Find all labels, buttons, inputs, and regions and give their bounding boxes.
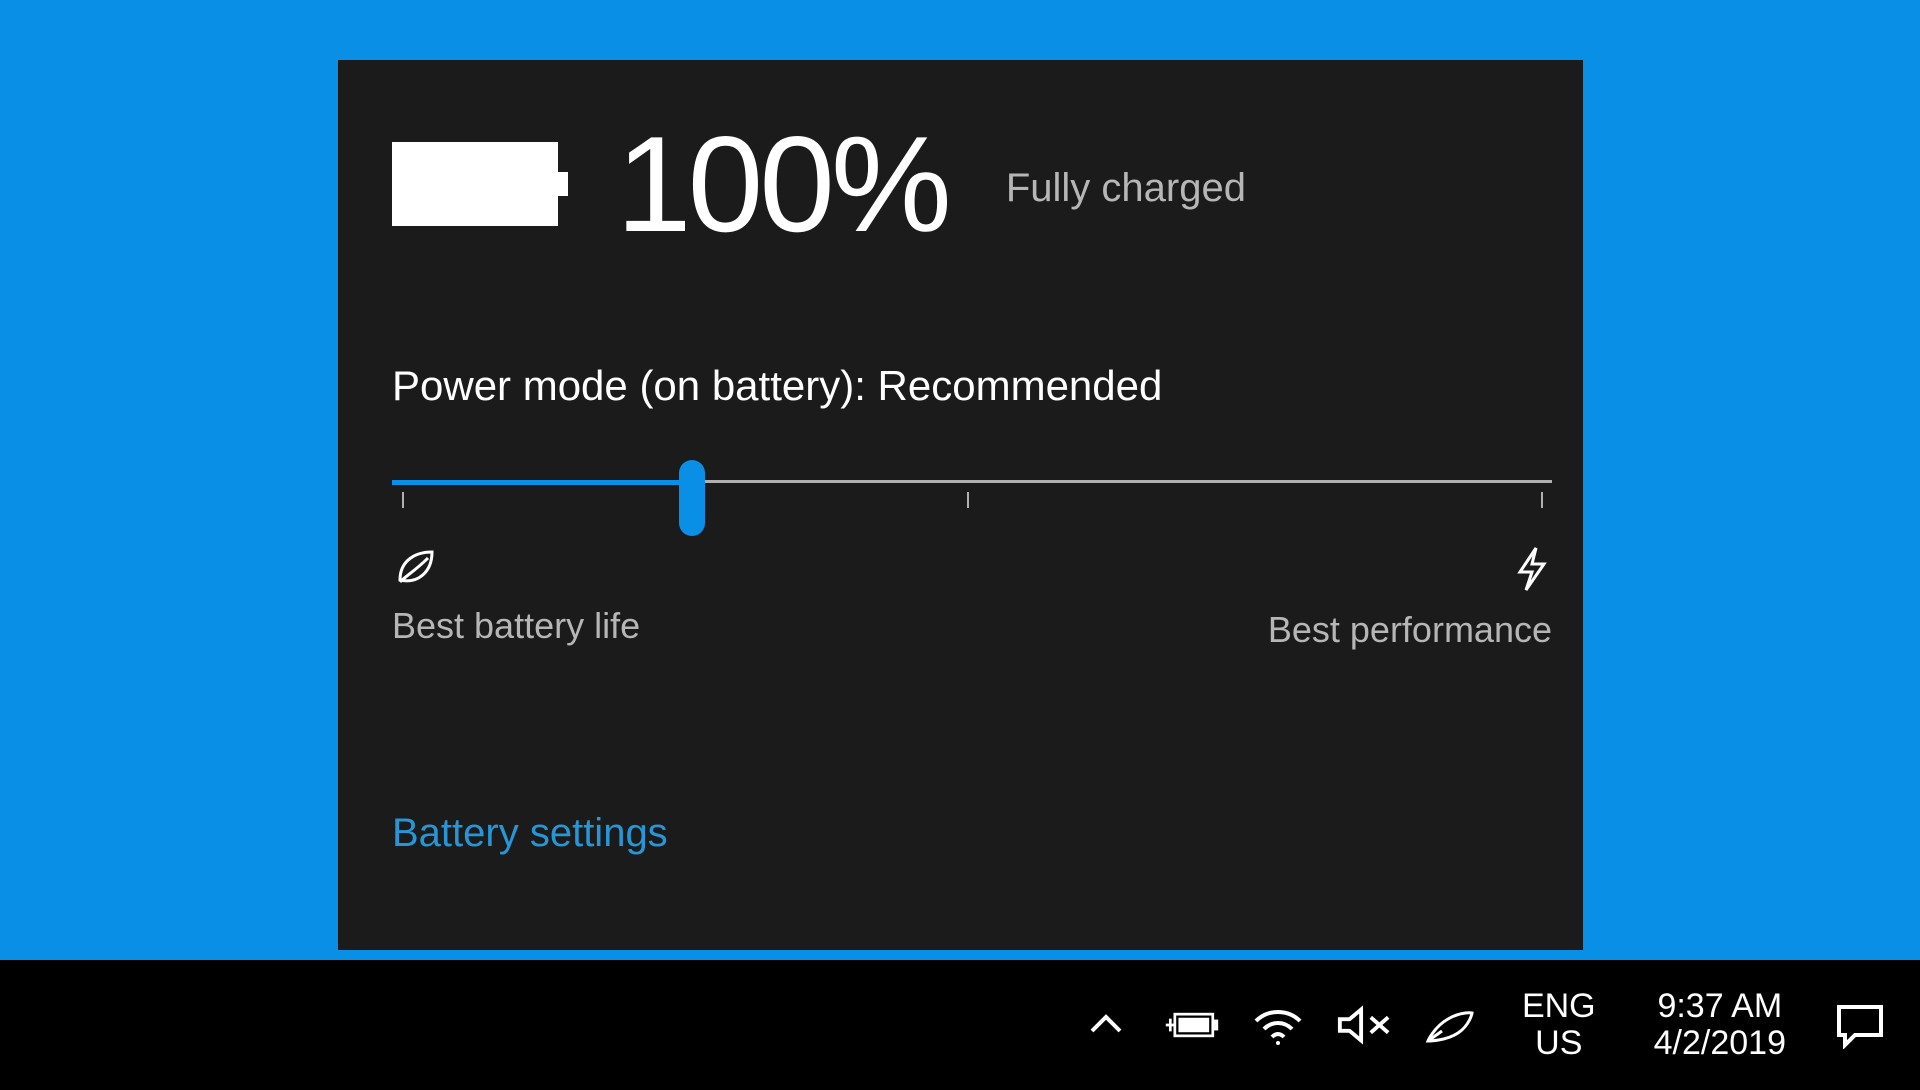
- slider-end-labels: Best battery life Best performance: [392, 546, 1552, 651]
- language-indicator[interactable]: ENG US: [1508, 988, 1610, 1063]
- action-center-icon[interactable]: [1830, 1001, 1890, 1049]
- desktop: 100% Fully charged Power mode (on batter…: [0, 0, 1920, 1090]
- slider-thumb[interactable]: [679, 460, 705, 536]
- clock[interactable]: 9:37 AM 4/2/2019: [1640, 988, 1800, 1063]
- language-bottom: US: [1535, 1025, 1582, 1062]
- battery-icon: [392, 142, 558, 226]
- slider-right-label: Best performance: [1268, 609, 1552, 651]
- tray-overflow-button[interactable]: [1078, 997, 1134, 1053]
- clock-time: 9:37 AM: [1657, 988, 1782, 1025]
- wifi-tray-icon[interactable]: [1250, 997, 1306, 1053]
- slider-end-right: Best performance: [1268, 546, 1552, 651]
- battery-settings-link[interactable]: Battery settings: [392, 811, 1529, 856]
- language-top: ENG: [1522, 988, 1596, 1025]
- battery-flyout: 100% Fully charged Power mode (on batter…: [338, 60, 1583, 950]
- slider-left-label: Best battery life: [392, 605, 640, 647]
- taskbar: ENG US 9:37 AM 4/2/2019: [0, 960, 1920, 1090]
- clock-date: 4/2/2019: [1654, 1025, 1786, 1062]
- battery-status: Fully charged: [1006, 158, 1246, 211]
- lightning-icon: [1512, 546, 1552, 597]
- pen-tray-icon[interactable]: [1422, 997, 1478, 1053]
- battery-percent: 100%: [616, 116, 948, 252]
- battery-tray-icon[interactable]: [1164, 997, 1220, 1053]
- power-mode-label: Power mode (on battery): Recommended: [392, 362, 1529, 410]
- power-mode-slider[interactable]: [392, 452, 1552, 518]
- slider-end-left: Best battery life: [392, 546, 640, 651]
- battery-summary-row: 100% Fully charged: [392, 116, 1529, 252]
- leaf-icon: [392, 546, 640, 593]
- volume-muted-tray-icon[interactable]: [1336, 997, 1392, 1053]
